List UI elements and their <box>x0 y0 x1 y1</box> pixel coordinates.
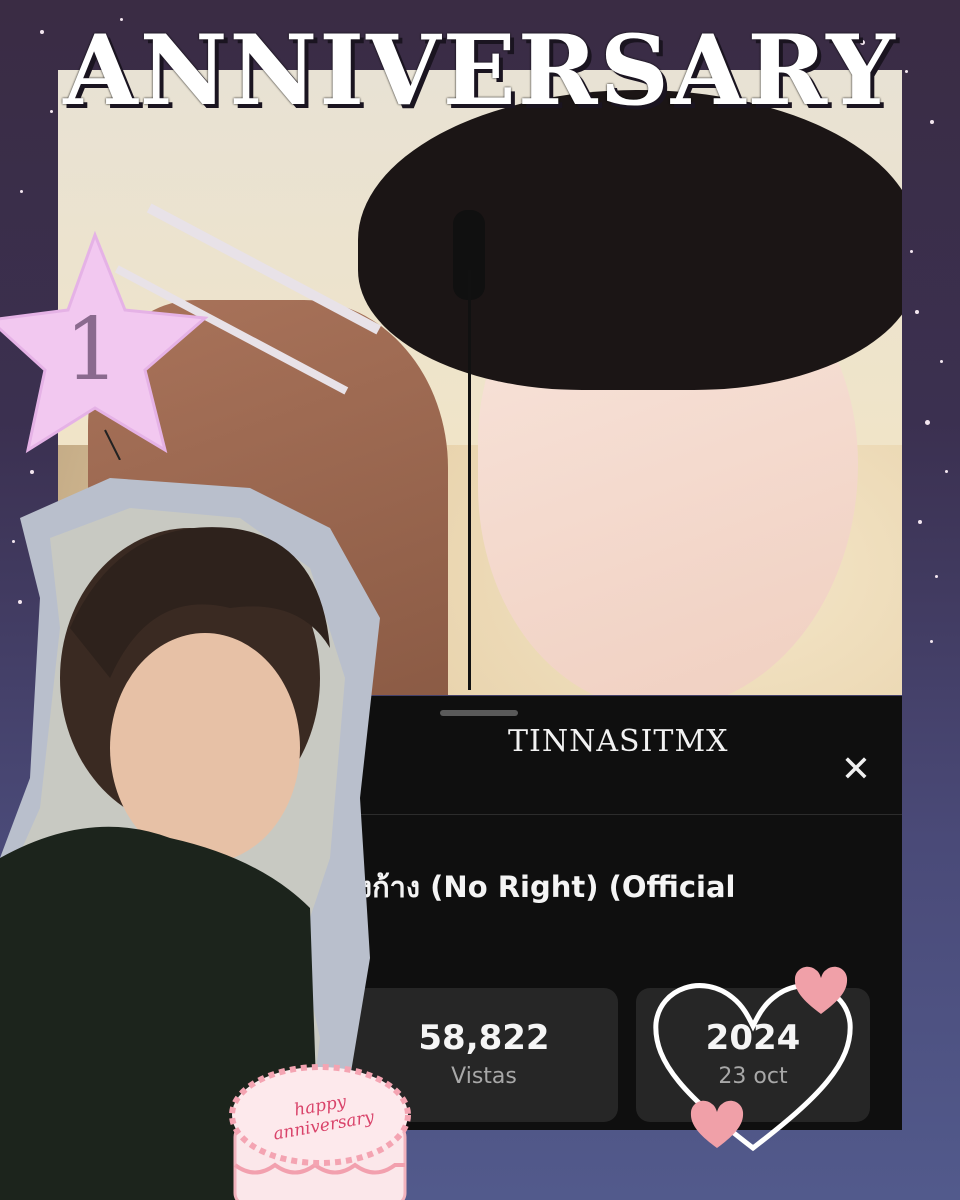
anniversary-number: 1 <box>64 300 120 400</box>
heart-icon <box>690 1100 744 1148</box>
close-icon[interactable]: ✕ <box>836 750 876 790</box>
heart-icon <box>794 966 848 1014</box>
anniversary-title: ANNIVERSARY <box>63 14 897 127</box>
views-count: 58,822 <box>418 1018 550 1058</box>
channel-name: TINNASITMX <box>508 724 729 759</box>
drag-handle[interactable] <box>440 710 518 716</box>
